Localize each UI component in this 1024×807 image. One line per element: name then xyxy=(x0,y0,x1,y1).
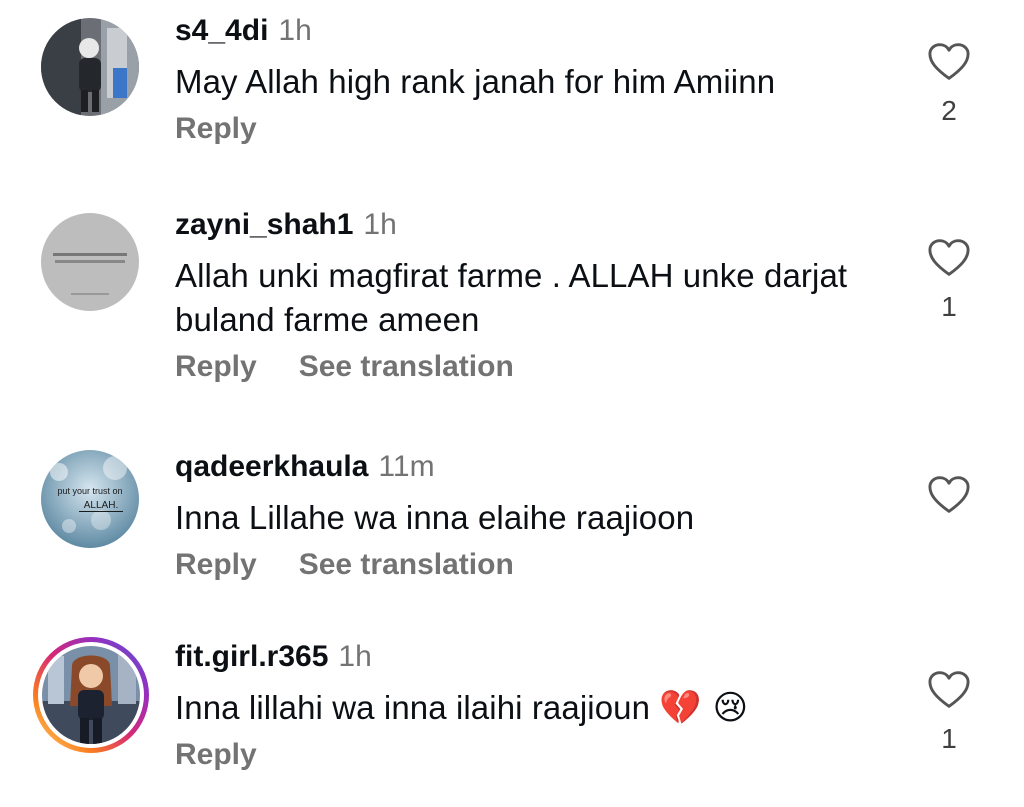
timestamp: 1h xyxy=(278,14,312,47)
comment-text: Inna lillahi wa inna ilaihi raajioun 💔 😢 xyxy=(175,688,749,728)
reply-button[interactable]: Reply xyxy=(175,738,257,771)
timestamp: 1h xyxy=(363,208,397,241)
reply-button[interactable]: Reply xyxy=(175,112,257,145)
broken-heart-crying-emoji: 💔 😢 xyxy=(659,688,749,728)
grey-avatar-icon xyxy=(41,213,139,311)
heart-outline-icon[interactable] xyxy=(927,42,971,82)
timestamp: 11m xyxy=(378,450,435,483)
like-count: 1 xyxy=(941,723,957,754)
avatar[interactable] xyxy=(33,637,149,753)
like-control: 1 xyxy=(922,238,976,322)
svg-text:ALLAH.: ALLAH. xyxy=(84,500,118,511)
comment-text: Inna Lillahe wa inna elaihe raajioon xyxy=(175,499,695,536)
username[interactable]: s4_4di xyxy=(175,14,268,47)
profile-photo-icon xyxy=(42,646,140,744)
see-translation-button[interactable]: See translation xyxy=(299,548,514,581)
username[interactable]: qadeerkhaula xyxy=(175,450,368,483)
avatar[interactable] xyxy=(41,213,139,311)
comment-text: May Allah high rank janah for him Amiinn xyxy=(175,63,776,100)
avatar[interactable]: put your trust on ALLAH. xyxy=(41,450,139,548)
like-control: 1 xyxy=(922,670,976,754)
avatar[interactable] xyxy=(41,18,139,116)
bokeh-avatar-icon: put your trust on ALLAH. xyxy=(41,450,139,548)
like-control: 2 xyxy=(922,42,976,126)
heart-outline-icon[interactable] xyxy=(927,238,971,278)
like-count: 1 xyxy=(941,291,957,322)
heart-outline-icon[interactable] xyxy=(927,670,971,710)
user-photo-icon xyxy=(41,18,139,116)
svg-text:put your trust on: put your trust on xyxy=(57,486,122,496)
heart-outline-icon[interactable] xyxy=(927,475,971,515)
like-count: 2 xyxy=(941,95,957,126)
comment-text: Allah unki magfirat farme . ALLAH unke d… xyxy=(175,257,848,338)
see-translation-button[interactable]: See translation xyxy=(299,350,514,383)
username[interactable]: zayni_shah1 xyxy=(175,208,353,241)
reply-button[interactable]: Reply xyxy=(175,548,257,581)
like-control xyxy=(922,475,976,515)
username[interactable]: fit.girl.r365 xyxy=(175,640,328,673)
timestamp: 1h xyxy=(338,640,372,673)
reply-button[interactable]: Reply xyxy=(175,350,257,383)
